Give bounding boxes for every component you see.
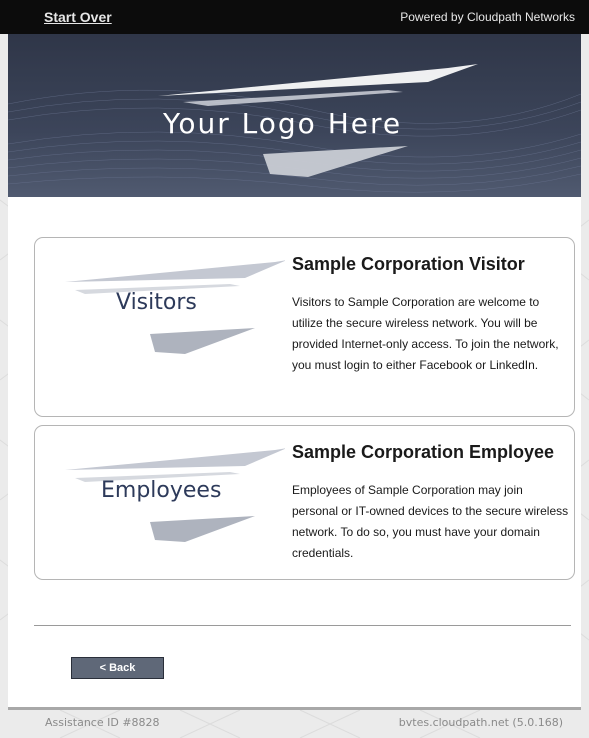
employee-option-card[interactable]: Employees Sample Corporation Employee Em…	[34, 425, 575, 580]
logo-banner: Your Logo Here	[8, 34, 581, 197]
visitors-label: Visitors	[116, 290, 197, 315]
employee-title: Sample Corporation Employee	[292, 442, 555, 462]
visitor-option-card[interactable]: Visitors Sample Corporation Visitor Visi…	[34, 237, 575, 417]
footer-divider	[8, 707, 581, 710]
assistance-id: Assistance ID #8828	[45, 716, 160, 729]
start-over-link[interactable]: Start Over	[44, 9, 112, 25]
back-button[interactable]: < Back	[71, 657, 164, 679]
main-content: Visitors Sample Corporation Visitor Visi…	[8, 197, 581, 707]
powered-by-text: Powered by Cloudpath Networks	[400, 10, 575, 24]
host-version: bvtes.cloudpath.net (5.0.168)	[398, 716, 563, 729]
top-bar: Start Over Powered by Cloudpath Networks	[0, 0, 589, 34]
visitor-description: Visitors to Sample Corporation are welco…	[292, 295, 559, 372]
employees-label: Employees	[101, 478, 222, 503]
visitor-title: Sample Corporation Visitor	[292, 254, 525, 274]
employee-description: Employees of Sample Corporation may join…	[292, 483, 569, 560]
divider	[34, 625, 571, 626]
logo-placeholder-text: Your Logo Here	[163, 107, 403, 140]
